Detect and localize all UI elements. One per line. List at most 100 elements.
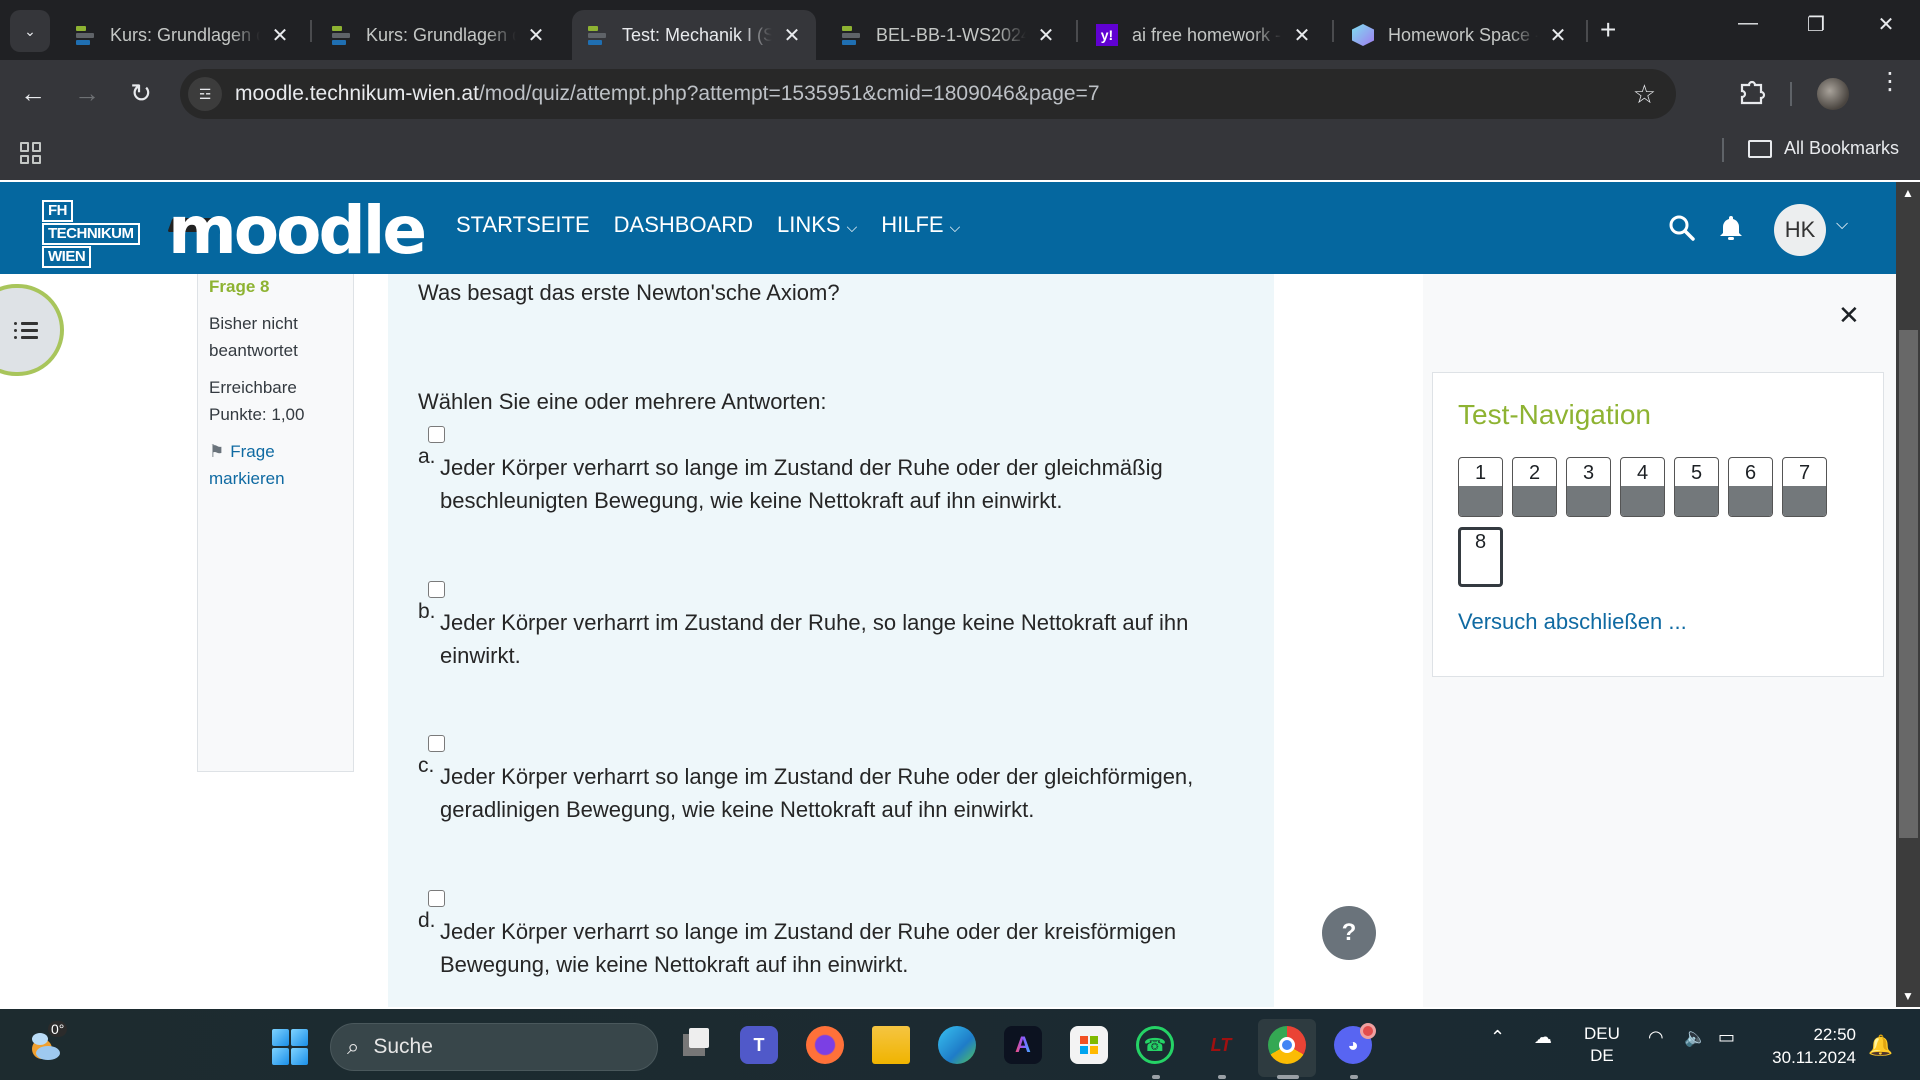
apps-grid-icon[interactable] <box>20 142 42 164</box>
close-tab-icon[interactable]: ✕ <box>1548 23 1568 48</box>
show-hidden-icons-chevron[interactable]: ⌃ <box>1490 1027 1505 1048</box>
quiz-nav-button[interactable]: 4 <box>1620 457 1665 517</box>
browser-tab[interactable]: Kurs: Grundlagen d ✕ <box>316 10 560 60</box>
close-tab-icon[interactable]: ✕ <box>270 23 290 48</box>
moodle-logo[interactable]: moodle <box>168 192 427 269</box>
answer-text[interactable]: Jeder Körper verharrt so lange im Zustan… <box>440 915 1218 981</box>
tab-divider <box>1586 20 1588 42</box>
quiz-nav-button[interactable]: 6 <box>1728 457 1773 517</box>
more-menu-icon[interactable]: ⋮ <box>1878 70 1902 94</box>
task-view-icon[interactable] <box>675 1026 713 1064</box>
flag-question-link[interactable]: ⚑ Frage markieren <box>209 438 342 492</box>
battery-charging-icon[interactable]: ▭ <box>1718 1027 1735 1048</box>
forward-button[interactable]: → <box>70 78 104 108</box>
bookmark-star-icon[interactable]: ☆ <box>1633 79 1656 110</box>
site-info-icon[interactable]: ☲ <box>188 77 222 111</box>
answer-text[interactable]: Jeder Körper verharrt im Zustand der Ruh… <box>440 606 1218 672</box>
quiz-nav-button[interactable]: 7 <box>1782 457 1827 517</box>
scroll-up-arrow-icon[interactable]: ▲ <box>1902 186 1914 200</box>
nav-links[interactable]: LINKS ⌵ <box>777 212 857 238</box>
answer-text[interactable]: Jeder Körper verharrt so lange im Zustan… <box>440 451 1218 517</box>
browser-tab-active[interactable]: Test: Mechanik I (S ✕ <box>572 10 816 60</box>
volume-icon[interactable]: 🔈 <box>1684 1027 1706 1048</box>
close-tab-icon[interactable]: ✕ <box>526 23 546 48</box>
windows-taskbar: 0° ⌕ Suche T A ☎ LT ◕ ⌃ ☁ DEU DE ◠ 🔈 ▭ 22… <box>0 1009 1920 1080</box>
tab-search-button[interactable]: ⌄ <box>10 10 50 52</box>
search-icon[interactable] <box>1668 214 1696 242</box>
moodle-icon <box>330 24 352 46</box>
extensions-icon[interactable] <box>1737 76 1767 106</box>
close-tab-icon[interactable]: ✕ <box>1292 23 1312 48</box>
firefox-icon[interactable] <box>806 1026 844 1064</box>
back-button[interactable]: ← <box>16 78 50 108</box>
app-lt-icon[interactable]: LT <box>1202 1026 1240 1064</box>
answer-text[interactable]: Jeder Körper verharrt so lange im Zustan… <box>440 760 1218 826</box>
answer-checkbox[interactable] <box>428 426 445 443</box>
tab-title: BEL-BB-1-WS2024- <box>876 24 1026 45</box>
scrollbar-thumb[interactable] <box>1899 330 1918 838</box>
answer-checkbox[interactable] <box>428 581 445 598</box>
weather-temperature: 0° <box>48 1021 68 1037</box>
chrome-icon[interactable] <box>1268 1026 1306 1064</box>
restore-button[interactable]: ❐ <box>1796 12 1836 37</box>
address-bar[interactable]: ☲ moodle.technikum-wien.at/mod/quiz/atte… <box>180 69 1676 119</box>
adobe-express-icon[interactable]: A <box>1004 1026 1042 1064</box>
quiz-nav-button[interactable]: 3 <box>1566 457 1611 517</box>
file-explorer-icon[interactable] <box>872 1026 910 1064</box>
url-text[interactable]: moodle.technikum-wien.at/mod/quiz/attemp… <box>235 82 1100 106</box>
teams-icon[interactable]: T <box>740 1026 778 1064</box>
arrow-right-icon: → <box>74 78 100 108</box>
answer-checkbox[interactable] <box>428 890 445 907</box>
close-tab-icon[interactable]: ✕ <box>782 23 802 48</box>
quiz-nav-button[interactable]: 5 <box>1674 457 1719 517</box>
flag-icon: ⚑ <box>209 442 225 461</box>
nav-dashboard[interactable]: DASHBOARD <box>614 212 753 238</box>
system-clock[interactable]: 22:50 30.11.2024 <box>1762 1023 1856 1069</box>
notification-center-icon[interactable]: 🔔 <box>1868 1033 1893 1058</box>
quiz-nav-button[interactable]: 1 <box>1458 457 1503 517</box>
minimize-button[interactable]: — <box>1728 12 1768 35</box>
all-bookmarks-button[interactable]: All Bookmarks <box>1748 138 1899 159</box>
reload-button[interactable]: ↻ <box>124 78 158 108</box>
edge-icon[interactable] <box>938 1026 976 1064</box>
help-button[interactable]: ? <box>1322 906 1376 960</box>
running-indicator <box>1152 1075 1160 1079</box>
quiz-nav-button[interactable]: 2 <box>1512 457 1557 517</box>
browser-tab[interactable]: Kurs: Grundlagen d ✕ <box>60 10 304 60</box>
wifi-icon[interactable]: ◠ <box>1648 1027 1664 1048</box>
browser-tab[interactable]: y! ai free homework - ✕ <box>1082 10 1326 60</box>
input-language-indicator[interactable]: DEU DE <box>1584 1023 1620 1067</box>
answer-letter: b. <box>418 600 436 623</box>
close-drawer-icon[interactable]: ✕ <box>1838 300 1860 331</box>
quiz-nav-button-current[interactable]: 8 <box>1458 527 1503 587</box>
start-button[interactable] <box>272 1029 308 1065</box>
tab-title: ai free homework - <box>1132 24 1282 45</box>
finish-attempt-link[interactable]: Versuch abschließen ... <box>1458 609 1687 635</box>
close-window-button[interactable]: ✕ <box>1866 12 1906 37</box>
user-menu-chevron-icon[interactable]: ⌵ <box>1836 216 1848 234</box>
user-avatar[interactable]: HK <box>1774 204 1826 256</box>
scroll-down-arrow-icon[interactable]: ▼ <box>1902 989 1914 1003</box>
browser-tab[interactable]: BEL-BB-1-WS2024- ✕ <box>826 10 1070 60</box>
search-icon: ⌕ <box>347 1034 360 1059</box>
profile-avatar[interactable] <box>1817 78 1849 110</box>
quiz-nav-number: 2 <box>1528 462 1541 484</box>
taskbar-search[interactable]: ⌕ Suche <box>330 1023 658 1071</box>
onedrive-sync-icon[interactable]: ☁ <box>1534 1027 1552 1048</box>
answer-letter: c. <box>418 754 435 777</box>
page-scrollbar[interactable]: ▲ ▼ <box>1896 182 1920 1007</box>
microsoft-store-icon[interactable] <box>1070 1026 1108 1064</box>
whatsapp-icon[interactable]: ☎ <box>1136 1026 1174 1064</box>
new-tab-button[interactable]: + <box>1600 16 1616 44</box>
course-index-toggle[interactable] <box>0 284 64 376</box>
close-tab-icon[interactable]: ✕ <box>1036 23 1056 48</box>
answer-option-a: a. Jeder Körper verharrt so lange im Zust… <box>418 426 1218 517</box>
nav-startseite[interactable]: STARTSEITE <box>456 212 590 238</box>
quiz-nav-number: 8 <box>1474 531 1487 553</box>
notification-bell-icon[interactable] <box>1718 214 1744 242</box>
browser-tab[interactable]: Homework Space - ✕ <box>1338 10 1582 60</box>
nav-hilfe-label: HILFE <box>881 212 944 237</box>
answer-checkbox[interactable] <box>428 735 445 752</box>
nav-hilfe[interactable]: HILFE ⌵ <box>881 212 960 238</box>
fh-technikum-logo[interactable]: FH TECHNIKUM WIEN <box>42 200 140 269</box>
